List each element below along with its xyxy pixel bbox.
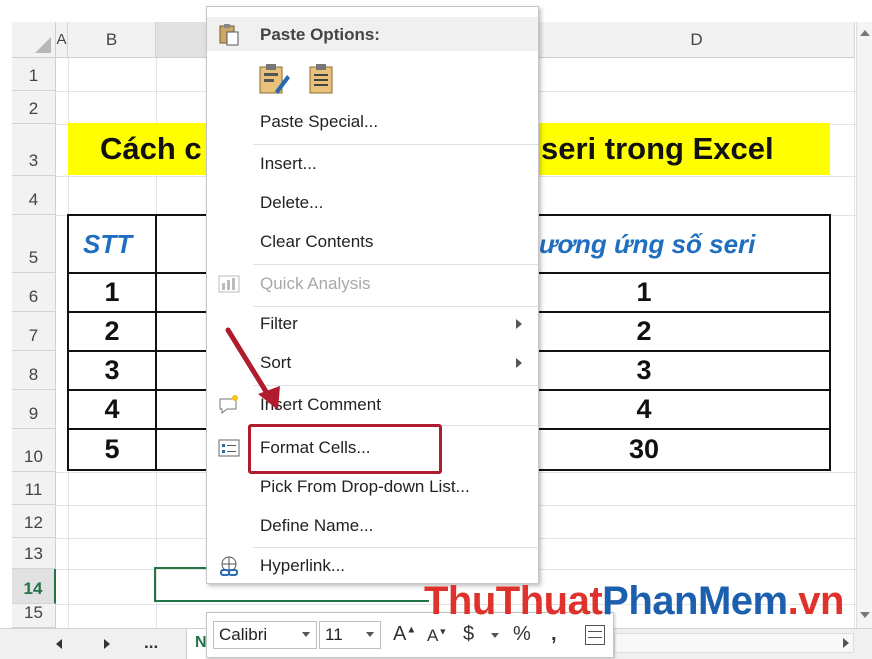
row-header-4[interactable]: 4	[12, 176, 56, 215]
menu-label: Quick Analysis	[260, 274, 371, 293]
row-header-7[interactable]: 7	[12, 312, 56, 351]
paste-options-label: Paste Options:	[260, 25, 380, 44]
font-size-dropdown[interactable]: 11	[319, 621, 381, 649]
scroll-up-arrow[interactable]	[860, 30, 870, 36]
row-header-8[interactable]: 8	[12, 351, 56, 390]
vertical-scrollbar[interactable]	[856, 22, 872, 628]
row-header-12[interactable]: 12	[12, 505, 56, 538]
menu-label: Hyperlink...	[260, 556, 346, 575]
submenu-arrow-icon	[516, 319, 522, 329]
font-name-dropdown[interactable]: Calibri	[213, 621, 317, 649]
stt-cell: 4	[104, 394, 120, 424]
row-header-3[interactable]: 3	[12, 124, 56, 176]
serial-cell: 3	[636, 355, 652, 385]
column-header-b[interactable]: B	[68, 22, 156, 58]
row-header-2[interactable]: 2	[12, 91, 56, 124]
quick-analysis-icon	[217, 272, 241, 296]
menu-item-insert[interactable]: Insert...	[207, 145, 538, 183]
comma-button[interactable]: ,	[551, 623, 557, 646]
tab-more-ellipsis[interactable]: ...	[144, 633, 158, 653]
format-cells-callout	[248, 424, 442, 474]
submenu-arrow-icon	[516, 358, 522, 368]
serial-cell: 2	[636, 316, 652, 346]
menu-item-define-name[interactable]: Define Name...	[207, 507, 538, 545]
menu-item-quick-analysis: Quick Analysis	[207, 265, 538, 303]
menu-label: Define Name...	[260, 516, 374, 535]
selected-cell[interactable]	[154, 567, 214, 602]
watermark-logo: ThuThuatPhanMem.vn	[424, 579, 844, 623]
chevron-down-icon	[302, 632, 310, 637]
row-header-10[interactable]: 10	[12, 429, 56, 472]
sheet-tab[interactable]: N	[186, 629, 207, 659]
title-text-left: Cách c	[100, 131, 202, 166]
font-name-value: Calibri	[219, 625, 268, 644]
menu-item-clear-contents[interactable]: Clear Contents	[207, 223, 538, 261]
paste-icon	[217, 22, 241, 46]
format-painter-icon[interactable]	[585, 625, 605, 645]
horizontal-scrollbar[interactable]	[614, 633, 854, 653]
column-header-d[interactable]: D	[539, 22, 855, 58]
row-header-14[interactable]: 14	[12, 569, 56, 604]
serial-cell: 30	[628, 434, 660, 464]
pointer-arrow-icon	[225, 327, 280, 410]
tab-scroll-right-icon[interactable]	[104, 639, 110, 649]
table-header-stt: STT	[83, 229, 133, 259]
increase-font-icon[interactable]: A▲	[393, 623, 416, 646]
font-size-value: 11	[325, 625, 343, 644]
stt-cell: 5	[104, 434, 120, 464]
hyperlink-icon	[217, 554, 241, 578]
chevron-down-icon[interactable]	[491, 633, 499, 638]
row-header-15[interactable]: 15	[12, 603, 56, 628]
menu-label: Paste Special...	[260, 112, 379, 131]
context-menu: Paste Options: Paste Special... Insert..…	[206, 6, 539, 584]
row-header-11[interactable]: 11	[12, 472, 56, 505]
row-header-9[interactable]: 9	[12, 390, 56, 429]
row-header-6[interactable]: 6	[12, 273, 56, 312]
paste-values-icon[interactable]	[305, 61, 339, 97]
paste-options-header: Paste Options:	[207, 17, 538, 51]
serial-cell: 1	[636, 277, 652, 307]
format-cells-icon	[217, 436, 241, 460]
scroll-right-arrow[interactable]	[843, 638, 849, 648]
title-text-right: seri trong Excel	[541, 131, 774, 166]
menu-label: Clear Contents	[260, 232, 374, 251]
row-header-5[interactable]: 5	[12, 215, 56, 273]
menu-item-paste-special[interactable]: Paste Special...	[207, 103, 538, 141]
percent-button[interactable]: %	[513, 623, 531, 646]
menu-label: Insert...	[260, 154, 317, 173]
stt-cell: 3	[104, 355, 120, 385]
chevron-down-icon	[366, 632, 374, 637]
scroll-down-arrow[interactable]	[860, 612, 870, 618]
paste-formatting-icon[interactable]	[257, 61, 291, 97]
row-header-13[interactable]: 13	[12, 538, 56, 569]
currency-button[interactable]: $	[463, 623, 474, 646]
select-all-corner[interactable]	[12, 22, 56, 58]
tab-scroll-left-icon[interactable]	[56, 639, 62, 649]
stt-cell: 1	[104, 277, 120, 307]
menu-item-delete[interactable]: Delete...	[207, 184, 538, 222]
decrease-font-icon[interactable]: A▼	[427, 626, 447, 646]
stt-cell: 2	[104, 316, 120, 346]
column-header-c[interactable]	[156, 22, 208, 58]
serial-cell: 4	[636, 394, 652, 424]
menu-label: Pick From Drop-down List...	[260, 477, 470, 496]
menu-label: Delete...	[260, 193, 324, 212]
row-header-1[interactable]: 1	[12, 58, 56, 91]
table-header-serial: ương ứng số seri	[539, 229, 756, 259]
column-header-a[interactable]: A	[56, 22, 68, 58]
